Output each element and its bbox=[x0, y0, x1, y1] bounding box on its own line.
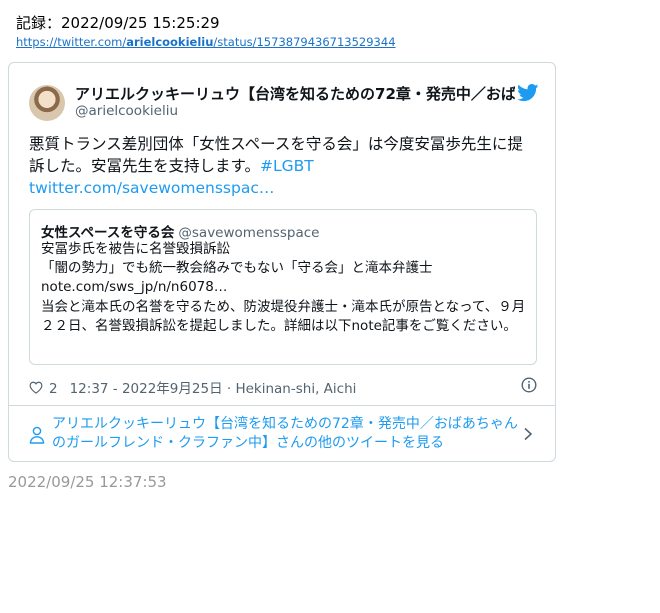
quote-line-3: note.com/sws_jp/n/n6078… bbox=[41, 279, 228, 296]
tweet-location[interactable]: · Hekinan-shi, Aichi bbox=[227, 381, 357, 397]
archive-timestamp: 2022/09/25 12:37:53 bbox=[8, 473, 167, 491]
tweet-url-link[interactable]: twitter.com/savewomensspac… bbox=[29, 179, 274, 197]
tweet-card: アリエルクッキーリュウ【台湾を知るための72章・発売中／おばあちゃんのガールフレ… bbox=[8, 62, 556, 462]
quote-body: 安冨歩氏を被告に名誉毀損訴訟 「闇の勢力」でも統一教会絡みでもない「守る会」と滝… bbox=[41, 240, 527, 336]
twitter-bird-icon[interactable] bbox=[517, 84, 539, 102]
url-user: arielcookieliu bbox=[126, 35, 214, 49]
tweet-meta: 2 12:37 - 2022年9月25日 · Hekinan-shi, Aichi bbox=[29, 377, 356, 397]
quote-header: 女性スペースを守る会 @savewomensspace bbox=[41, 221, 319, 241]
avatar[interactable] bbox=[29, 85, 65, 121]
tweet-time[interactable]: 12:37 - 2022年9月25日 bbox=[70, 381, 223, 397]
url-prefix: https://twitter.com/ bbox=[16, 35, 127, 49]
quote-line-2: 「闇の勢力」でも統一教会絡みでもない「守る会」と滝本弁護士 bbox=[41, 260, 433, 277]
quote-author-handle: @savewomensspace bbox=[178, 225, 320, 241]
quote-line-1: 安冨歩氏を被告に名誉毀損訴訟 bbox=[41, 241, 230, 257]
author-handle[interactable]: @arielcookieliu bbox=[75, 103, 178, 119]
like-count[interactable]: 2 bbox=[49, 381, 58, 397]
url-suffix: /status/1573879436713529344 bbox=[213, 35, 396, 49]
chevron-right-icon bbox=[524, 427, 533, 441]
author-name[interactable]: アリエルクッキーリュウ【台湾を知るための72章・発売中／おばあちゃんのガールフレ… bbox=[75, 83, 515, 104]
quote-line-4: 当会と滝本氏の名誉を守るため、防波堤役弁護士・滝本氏が原告となって、９月２２日、… bbox=[41, 298, 526, 334]
hashtag-link[interactable]: #LGBT bbox=[260, 157, 314, 175]
record-url-link[interactable]: https://twitter.com/arielcookieliu/statu… bbox=[16, 35, 396, 49]
info-icon[interactable] bbox=[521, 377, 537, 393]
heart-icon[interactable] bbox=[29, 381, 43, 394]
quoted-tweet[interactable]: 女性スペースを守る会 @savewomensspace 安冨歩氏を被告に名誉毀損訴… bbox=[29, 209, 537, 365]
divider bbox=[9, 405, 555, 406]
person-icon bbox=[29, 426, 45, 444]
more-tweets-link[interactable]: アリエルクッキーリュウ【台湾を知るための72章・発売中／おばあちゃんのガールフレ… bbox=[29, 415, 537, 455]
more-tweets-label: アリエルクッキーリュウ【台湾を知るための72章・発売中／おばあちゃんのガールフレ… bbox=[52, 416, 518, 451]
quote-author-name: 女性スペースを守る会 bbox=[41, 225, 175, 241]
tweet-body: 悪質トランス差別団体「女性スペースを守る会」は今度安冨歩先生に提訴した。安冨先生… bbox=[29, 133, 534, 199]
record-datetime: 記録：2022/09/25 15:25:29 bbox=[16, 14, 220, 32]
